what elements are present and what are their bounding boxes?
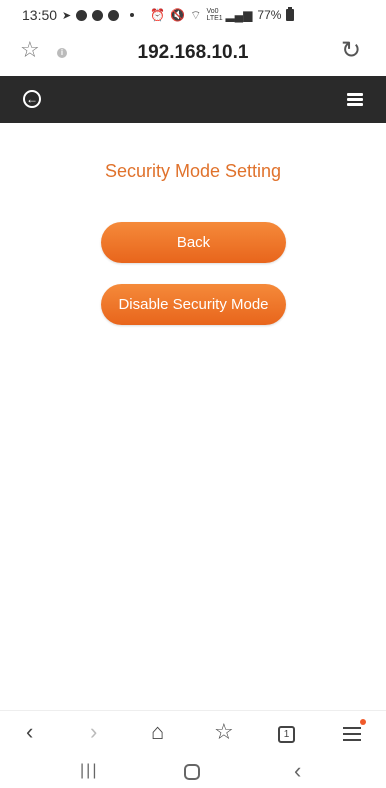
bookmarks-icon[interactable]: ☆	[214, 721, 234, 743]
app-header: ←	[0, 76, 386, 123]
mute-icon: 🔇	[170, 8, 186, 22]
notification-badge	[360, 719, 366, 725]
network-label: Vo0 LTE1	[206, 8, 223, 22]
alarm-icon: ⏰	[150, 8, 166, 22]
battery-text: 77%	[257, 8, 282, 22]
app-icon	[92, 9, 104, 21]
battery-icon	[286, 7, 295, 21]
signal-icon: ▂▄▆	[225, 8, 253, 22]
t-app-icon	[108, 9, 120, 21]
chat-icon	[76, 9, 88, 21]
system-back-icon[interactable]: ‹	[294, 758, 301, 784]
system-icons: ⏰ 🔇 ⌔ Vo0 LTE1 ▂▄▆ 77%	[150, 7, 295, 23]
wifi-icon: ⌔	[190, 7, 202, 22]
reload-icon[interactable]: ↻	[341, 39, 361, 63]
tabs-icon[interactable]: 1	[278, 726, 295, 743]
disable-security-mode-button[interactable]: Disable Security Mode	[101, 284, 286, 325]
browser-bottom-toolbar: ‹ › ⌂ ☆ 1	[0, 710, 386, 756]
home-icon[interactable]: ⌂	[151, 721, 164, 743]
status-time: 13:50	[22, 7, 58, 23]
browser-back-icon[interactable]: ‹	[26, 721, 33, 743]
notification-icons: ➤	[62, 9, 140, 22]
send-icon: ➤	[62, 9, 72, 22]
system-home-icon[interactable]	[184, 764, 200, 780]
recent-apps-icon[interactable]: |||	[80, 762, 98, 780]
more-dot-icon	[130, 13, 135, 17]
browser-menu-icon[interactable]	[343, 727, 361, 741]
status-bar: 13:50 ➤ ⏰ 🔇 ⌔ Vo0 LTE1 ▂▄▆ 77%	[0, 0, 386, 30]
system-nav-bar: ||| ‹	[0, 756, 386, 788]
back-button[interactable]: Back	[101, 222, 286, 263]
hamburger-menu-icon[interactable]	[347, 93, 363, 106]
url-text[interactable]: 192.168.10.1	[0, 42, 386, 64]
page-title: Security Mode Setting	[104, 161, 282, 181]
screen: 13:50 ➤ ⏰ 🔇 ⌔ Vo0 LTE1 ▂▄▆ 77% ☆ i 192.1…	[0, 0, 386, 788]
browser-url-bar: ☆ i 192.168.10.1 ↻	[0, 30, 386, 76]
browser-forward-icon[interactable]: ›	[90, 721, 97, 743]
back-arrow-icon[interactable]: ←	[23, 90, 41, 108]
